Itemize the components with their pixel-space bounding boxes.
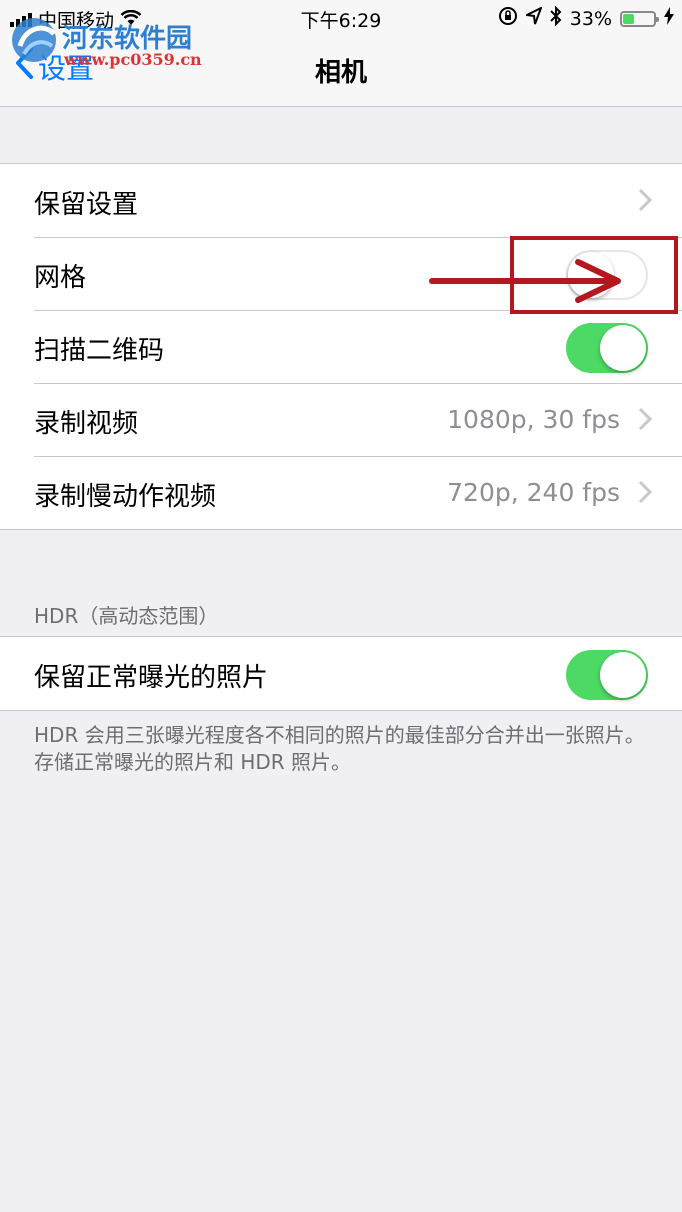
record-video-row[interactable]: 录制视频 1080p, 30 fps bbox=[0, 383, 682, 456]
bluetooth-icon bbox=[550, 5, 562, 31]
camera-settings-group: 保留设置 网格 扫描二维码 录制视频 1080p, 30 fps 录制慢动作视频… bbox=[0, 163, 682, 530]
chevron-right-icon bbox=[638, 407, 653, 435]
row-value: 720p, 240 fps bbox=[447, 478, 620, 507]
chevron-right-icon bbox=[638, 480, 653, 508]
row-label: 网格 bbox=[34, 263, 87, 293]
chevron-right-icon bbox=[638, 188, 653, 216]
hdr-footer-text: HDR 会用三张曝光程度各不相同的照片的最佳部分合并出一张照片。存储正常曝光的照… bbox=[34, 723, 645, 774]
hdr-settings-group: 保留正常曝光的照片 bbox=[0, 636, 682, 711]
scan-qr-toggle[interactable] bbox=[566, 323, 648, 373]
row-label: 录制视频 bbox=[34, 409, 139, 439]
toggle-knob bbox=[600, 325, 646, 371]
row-label: 录制慢动作视频 bbox=[34, 482, 217, 512]
annotation-arrow-icon bbox=[429, 259, 621, 303]
row-label: 保留设置 bbox=[34, 190, 139, 220]
toggle-knob bbox=[600, 652, 646, 698]
battery-icon bbox=[620, 10, 659, 27]
charging-icon bbox=[664, 7, 674, 30]
keep-normal-photo-toggle[interactable] bbox=[566, 650, 648, 700]
scan-qr-row: 扫描二维码 bbox=[0, 310, 682, 383]
row-label: 保留正常曝光的照片 bbox=[34, 663, 269, 693]
preserve-settings-row[interactable]: 保留设置 bbox=[0, 164, 682, 237]
record-slomo-row[interactable]: 录制慢动作视频 720p, 240 fps bbox=[0, 456, 682, 529]
location-icon bbox=[523, 5, 543, 30]
keep-normal-photo-row: 保留正常曝光的照片 bbox=[0, 637, 682, 710]
row-label: 扫描二维码 bbox=[34, 336, 165, 366]
rotation-lock-icon bbox=[498, 6, 518, 31]
row-value: 1080p, 30 fps bbox=[447, 405, 620, 434]
watermark-logo-icon bbox=[12, 18, 56, 62]
hdr-section-header: HDR（高动态范围） bbox=[34, 604, 219, 628]
watermark-url: www.pc0359.cn bbox=[64, 50, 202, 69]
battery-percent: 33% bbox=[569, 7, 612, 30]
